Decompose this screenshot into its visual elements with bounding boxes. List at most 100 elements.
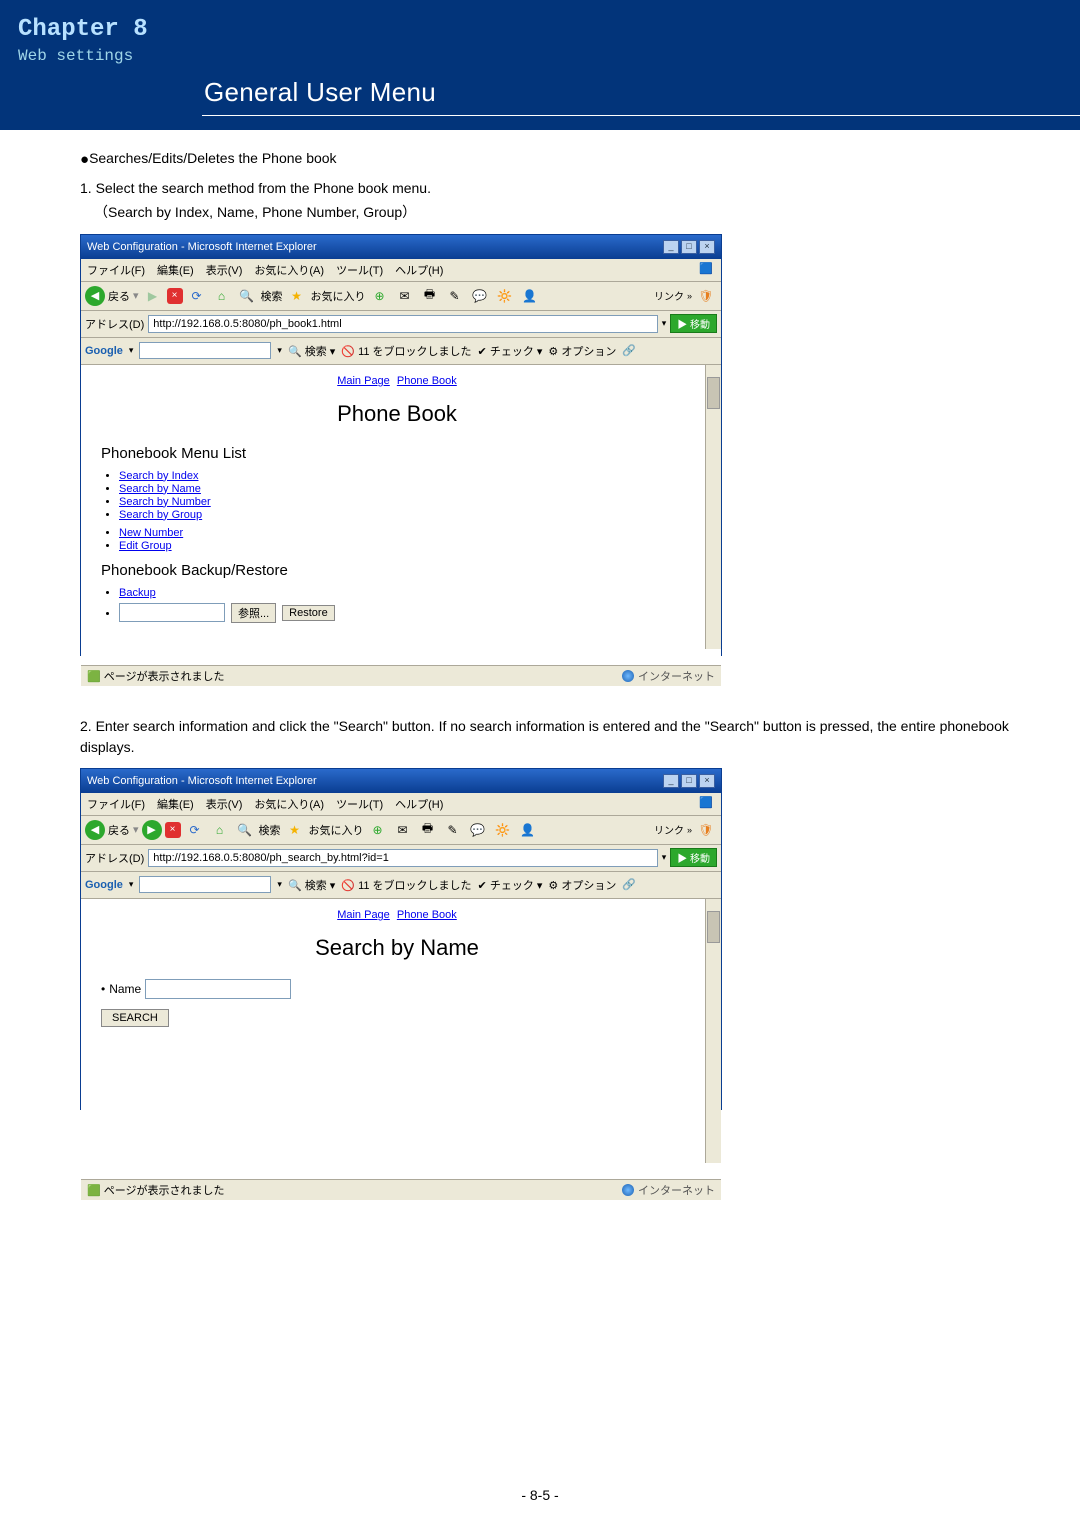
- minimize-button[interactable]: _: [663, 240, 679, 254]
- favorites-label: お気に入り: [311, 288, 366, 304]
- address-input[interactable]: [148, 849, 657, 867]
- google-search-input[interactable]: [139, 876, 271, 893]
- link-search-by-number[interactable]: Search by Number: [119, 496, 211, 508]
- google-check[interactable]: ✔ チェック ▾: [478, 343, 543, 359]
- restore-file-input[interactable]: [119, 603, 225, 622]
- link-new-number[interactable]: New Number: [119, 527, 183, 539]
- back-label: 戻る: [108, 288, 130, 304]
- edit-button[interactable]: ✎: [444, 285, 466, 307]
- google-options[interactable]: ⚙ オプション: [548, 343, 616, 359]
- link-edit-group[interactable]: Edit Group: [119, 540, 172, 552]
- google-block[interactable]: 🚫 11 をブロックしました: [341, 343, 471, 359]
- print-button[interactable]: 🖶: [417, 819, 439, 841]
- search-icon[interactable]: 🔍: [236, 285, 258, 307]
- scrollbar[interactable]: [705, 899, 721, 1163]
- scrollbar[interactable]: [705, 365, 721, 649]
- link-search-by-name[interactable]: Search by Name: [119, 483, 201, 495]
- research-button[interactable]: 🔆: [494, 285, 516, 307]
- link-search-by-index[interactable]: Search by Index: [119, 470, 199, 482]
- google-search-input[interactable]: [139, 342, 271, 359]
- page-number: - 8-5 -: [0, 1487, 1080, 1503]
- messenger-button[interactable]: 👤: [517, 819, 539, 841]
- mail-button[interactable]: ✉: [394, 285, 416, 307]
- menu-tools[interactable]: ツール(T): [336, 796, 383, 812]
- address-input[interactable]: [148, 315, 657, 333]
- minimize-button[interactable]: _: [663, 774, 679, 788]
- google-check[interactable]: ✔ チェック ▾: [478, 877, 543, 893]
- scrollbar-thumb[interactable]: [707, 377, 720, 409]
- google-link-icon[interactable]: 🔗: [622, 878, 636, 891]
- link-main-page[interactable]: Main Page: [337, 909, 390, 921]
- favorites-icon[interactable]: ★: [286, 285, 308, 307]
- history-button[interactable]: ⊕: [369, 285, 391, 307]
- menu-edit[interactable]: 編集(E): [157, 262, 194, 278]
- scrollbar-thumb[interactable]: [707, 911, 720, 943]
- stop-button[interactable]: ×: [165, 822, 181, 838]
- name-input[interactable]: [145, 979, 291, 999]
- link-phone-book[interactable]: Phone Book: [397, 909, 457, 921]
- home-button[interactable]: ⌂: [209, 819, 231, 841]
- menu-favorites[interactable]: お気に入り(A): [254, 796, 324, 812]
- menu-tools[interactable]: ツール(T): [336, 262, 383, 278]
- menu-file[interactable]: ファイル(F): [87, 262, 145, 278]
- google-logo[interactable]: Google: [85, 345, 123, 357]
- links-label[interactable]: リンク: [654, 288, 684, 303]
- edit-button[interactable]: ✎: [442, 819, 464, 841]
- google-search-button[interactable]: 🔍 検索 ▾: [288, 343, 335, 359]
- print-button[interactable]: 🖶: [419, 285, 441, 307]
- window-title: Web Configuration - Microsoft Internet E…: [87, 241, 317, 253]
- bullet-icon: ●: [80, 151, 89, 168]
- maximize-button[interactable]: □: [681, 774, 697, 788]
- menu-edit[interactable]: 編集(E): [157, 796, 194, 812]
- forward-button[interactable]: ▶: [142, 820, 162, 840]
- google-link-icon[interactable]: 🔗: [622, 344, 636, 357]
- google-logo[interactable]: Google: [85, 879, 123, 891]
- menu-favorites[interactable]: お気に入り(A): [254, 262, 324, 278]
- phonebook-heading: Phone Book: [101, 401, 693, 427]
- go-button[interactable]: ▶ 移動: [670, 848, 717, 867]
- close-button[interactable]: ×: [699, 240, 715, 254]
- back-button[interactable]: ◀: [85, 286, 105, 306]
- research-button[interactable]: 🔆: [492, 819, 514, 841]
- maximize-button[interactable]: □: [681, 240, 697, 254]
- link-main-page[interactable]: Main Page: [337, 375, 390, 387]
- history-button[interactable]: ⊕: [367, 819, 389, 841]
- go-button[interactable]: ▶ 移動: [670, 314, 717, 333]
- mail-button[interactable]: ✉: [392, 819, 414, 841]
- close-button[interactable]: ×: [699, 774, 715, 788]
- home-button[interactable]: ⌂: [211, 285, 233, 307]
- norton-icon[interactable]: 🛡: [695, 819, 717, 841]
- search-button[interactable]: SEARCH: [101, 1009, 169, 1027]
- discuss-button[interactable]: 💬: [467, 819, 489, 841]
- stop-button[interactable]: ×: [167, 288, 183, 304]
- search-label: 検索: [259, 822, 281, 838]
- menu-help[interactable]: ヘルプ(H): [395, 796, 443, 812]
- browse-button[interactable]: 参照...: [231, 603, 276, 623]
- bullet-search-edit: ●Searches/Edits/Deletes the Phone book: [80, 150, 1020, 168]
- page-title: General User Menu: [204, 77, 436, 108]
- link-backup[interactable]: Backup: [119, 587, 156, 599]
- search-icon[interactable]: 🔍: [234, 819, 256, 841]
- messenger-button[interactable]: 👤: [519, 285, 541, 307]
- google-options[interactable]: ⚙ オプション: [548, 877, 616, 893]
- forward-button[interactable]: ▶: [142, 285, 164, 307]
- discuss-button[interactable]: 💬: [469, 285, 491, 307]
- back-button[interactable]: ◀: [85, 820, 105, 840]
- menu-view[interactable]: 表示(V): [206, 262, 243, 278]
- link-phone-book[interactable]: Phone Book: [397, 375, 457, 387]
- links-label[interactable]: リンク: [654, 822, 684, 837]
- menu-file[interactable]: ファイル(F): [87, 796, 145, 812]
- google-block[interactable]: 🚫 11 をブロックしました: [341, 877, 471, 893]
- norton-icon[interactable]: 🛡: [695, 285, 717, 307]
- restore-button[interactable]: Restore: [282, 605, 335, 621]
- menu-help[interactable]: ヘルプ(H): [395, 262, 443, 278]
- refresh-button[interactable]: ⟳: [186, 285, 208, 307]
- menu-view[interactable]: 表示(V): [206, 796, 243, 812]
- google-search-button[interactable]: 🔍 検索 ▾: [288, 877, 335, 893]
- bullet-text: Searches/Edits/Deletes the Phone book: [89, 150, 337, 166]
- refresh-button[interactable]: ⟳: [184, 819, 206, 841]
- link-search-by-group[interactable]: Search by Group: [119, 509, 202, 521]
- window-titlebar: Web Configuration - Microsoft Internet E…: [81, 235, 721, 259]
- favorites-icon[interactable]: ★: [284, 819, 306, 841]
- address-bar: アドレス(D) ▾ ▶ 移動: [81, 845, 721, 872]
